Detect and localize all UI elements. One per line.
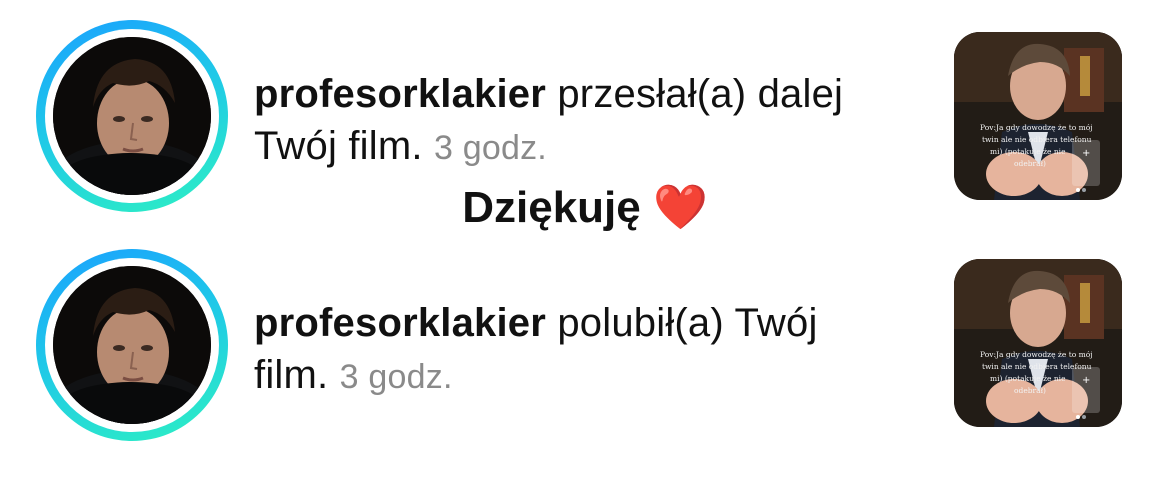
thumbnail-caption-line: odebrał) bbox=[1014, 386, 1046, 395]
plus-icon: + bbox=[1082, 148, 1090, 159]
username[interactable]: profesorklakier bbox=[254, 72, 546, 116]
avatar[interactable] bbox=[53, 37, 211, 195]
video-thumbnail[interactable]: Pov:Ja gdy dowodzę że to mój twin ale ni… bbox=[954, 32, 1122, 200]
avatar[interactable] bbox=[53, 266, 211, 424]
reply-text: Dziękuję bbox=[462, 183, 641, 232]
story-ring[interactable] bbox=[36, 249, 228, 441]
reply-message: Dziękuję ❤️ bbox=[0, 178, 1170, 238]
thumbnail-caption-line: mi) (potakuje że nie bbox=[990, 147, 1066, 156]
username[interactable]: profesorklakier bbox=[254, 301, 546, 345]
notification-row-liked[interactable]: profesorklakier polubił(a) Twój film. 3 … bbox=[0, 245, 1170, 445]
thumbnail-caption-line: Pov:Ja gdy dowodzę że to mój bbox=[980, 350, 1093, 359]
heart-icon: ❤️ bbox=[652, 183, 708, 232]
avatar-photo bbox=[53, 266, 211, 424]
notification-text: profesorklakier polubił(a) Twój film. 3 … bbox=[254, 297, 894, 403]
timestamp: 3 godz. bbox=[339, 358, 453, 396]
video-thumbnail-image: Pov:Ja gdy dowodzę że to mój twin ale ni… bbox=[954, 259, 1122, 427]
video-thumbnail-image: Pov:Ja gdy dowodzę że to mój twin ale ni… bbox=[954, 32, 1122, 200]
notification-text: profesorklakier przesłał(a) dalej Twój f… bbox=[254, 68, 894, 174]
thumbnail-caption-line: Pov:Ja gdy dowodzę że to mój bbox=[980, 123, 1093, 132]
plus-icon: + bbox=[1082, 375, 1090, 386]
timestamp: 3 godz. bbox=[434, 129, 547, 167]
avatar-photo bbox=[53, 37, 211, 195]
thumbnail-caption-line: odebrał) bbox=[1014, 159, 1046, 168]
thumbnail-caption-line: mi) (potakuje że nie bbox=[990, 374, 1066, 383]
video-thumbnail[interactable]: Pov:Ja gdy dowodzę że to mój twin ale ni… bbox=[954, 259, 1122, 427]
